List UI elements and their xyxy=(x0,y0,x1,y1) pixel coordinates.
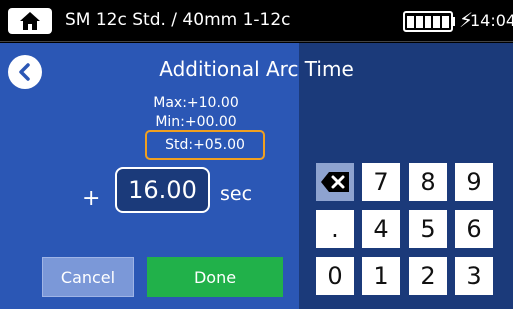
key-8[interactable]: 8 xyxy=(409,163,447,201)
backspace-icon xyxy=(321,172,349,192)
key-7[interactable]: 7 xyxy=(362,163,400,201)
home-button[interactable] xyxy=(8,8,52,34)
key-5[interactable]: 5 xyxy=(409,210,447,248)
key-2[interactable]: 2 xyxy=(409,257,447,295)
sign-label: + xyxy=(82,186,101,211)
clock-time: 14:04 xyxy=(470,11,513,30)
key-decimal[interactable]: . xyxy=(316,210,354,248)
screen-title: Additional Arc Time xyxy=(159,57,354,81)
home-icon xyxy=(20,12,40,30)
status-bar: SM 12c Std. / 40mm 1-12c ⚡ 14:04 xyxy=(0,0,513,42)
std-value-label: Std:+05.00 xyxy=(145,130,265,160)
main-area: Additional Arc Time Max:+10.00 Min:+00.0… xyxy=(0,43,513,309)
done-button[interactable]: Done xyxy=(147,257,283,297)
key-4[interactable]: 4 xyxy=(362,210,400,248)
key-1[interactable]: 1 xyxy=(362,257,400,295)
key-6[interactable]: 6 xyxy=(455,210,493,248)
key-9[interactable]: 9 xyxy=(455,163,493,201)
status-title: SM 12c Std. / 40mm 1-12c xyxy=(65,10,291,30)
min-value-label: Min:+00.00 xyxy=(155,114,237,130)
cancel-button[interactable]: Cancel xyxy=(42,257,134,297)
key-3[interactable]: 3 xyxy=(455,257,493,295)
battery-icon xyxy=(403,11,453,32)
battery-tip xyxy=(452,17,455,26)
backspace-key[interactable] xyxy=(316,163,354,201)
unit-label: sec xyxy=(220,183,253,205)
max-value-label: Max:+10.00 xyxy=(153,95,239,111)
key-0[interactable]: 0 xyxy=(316,257,354,295)
arc-time-input[interactable]: 16.00 xyxy=(115,167,210,213)
